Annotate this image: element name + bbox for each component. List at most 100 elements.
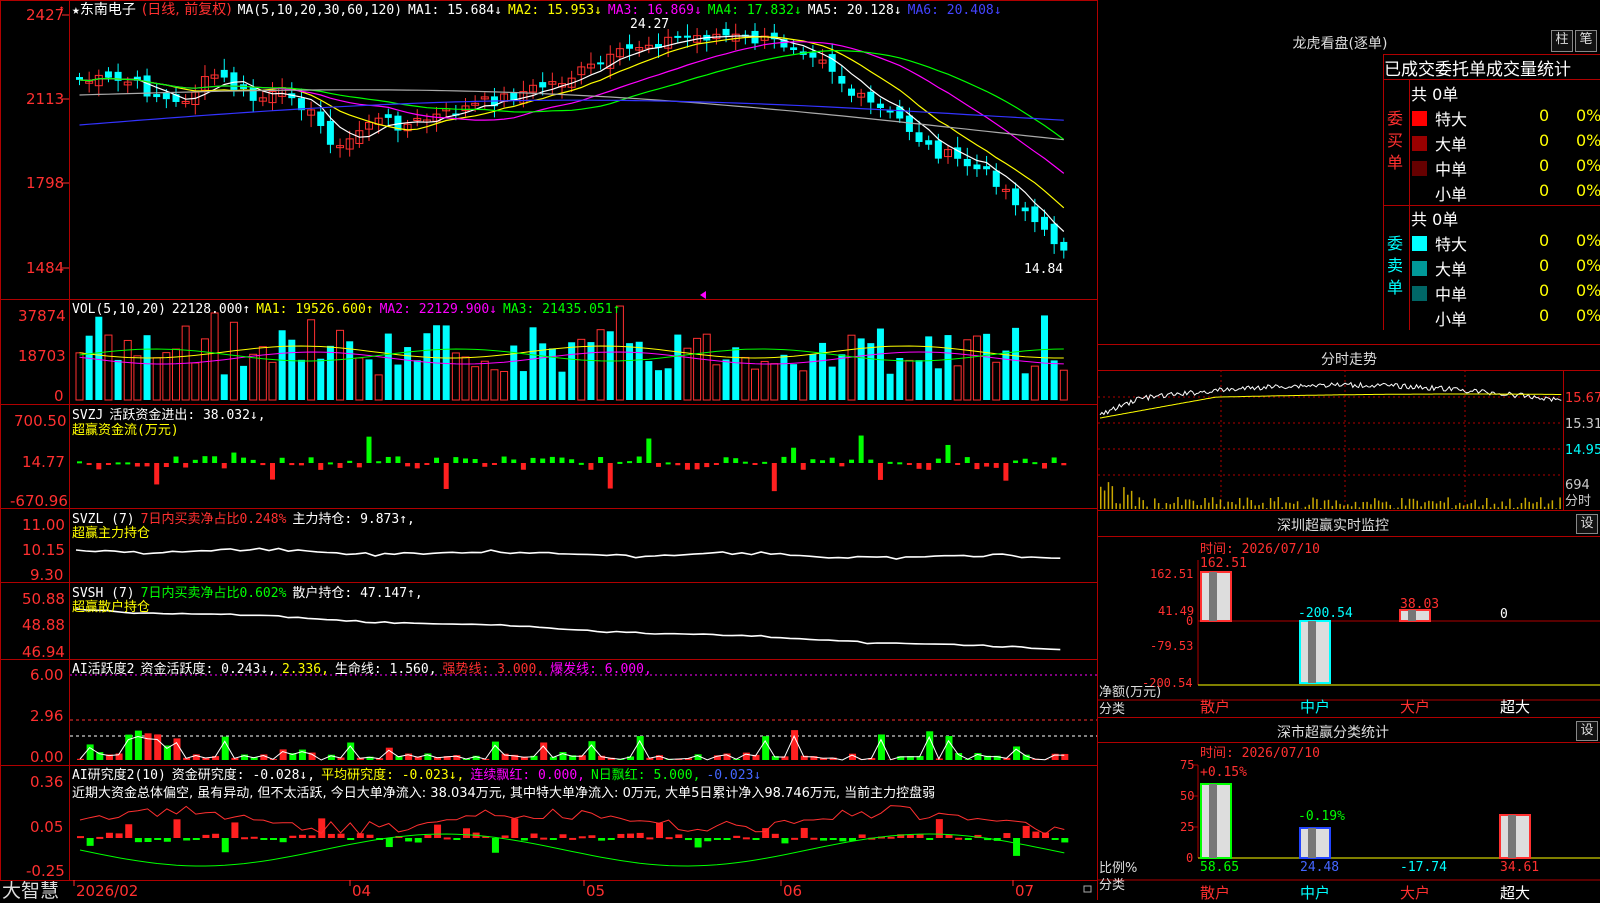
research-bar [550,838,557,840]
flow-bar [328,462,333,464]
row-value: 0 [1539,281,1549,300]
research-bar [77,836,84,838]
svg-text:50: 50 [1180,789,1194,803]
flow-bar [174,457,179,463]
y-tick: 1798 [26,174,64,192]
flow-bar [347,461,352,463]
intraday-volume-bar [1505,506,1507,509]
color-swatch [1412,186,1427,201]
color-swatch [1412,161,1427,176]
intraday-volume-bar [1355,502,1357,509]
flow-bar [463,458,468,463]
stock-name[interactable]: 东南电子 [80,2,136,18]
svg-text:18703: 18703 [18,347,66,365]
star-icon[interactable]: ★ [72,3,80,18]
class-top-1: +0.15% [1200,765,1247,780]
research-bar [1013,838,1020,856]
row-pct: 0% [1576,281,1600,300]
intraday-volume-bar [1131,491,1133,509]
flow-bar [270,463,275,480]
candle-body [385,114,392,118]
bar-mode-button[interactable]: 柱 [1551,30,1573,52]
volume-bar [414,360,421,400]
class-bar-stripe [1209,784,1217,858]
candle-body [1041,217,1048,230]
flow-bar [675,463,680,465]
category-label: 超大 [1500,696,1530,717]
volume-bar [86,336,93,400]
flow-bar [434,458,439,463]
intraday-volume-bar [1474,500,1476,509]
flow-bar [492,463,497,465]
research-bar [588,835,595,838]
volume-bar [597,330,604,400]
monitor-settings-button[interactable]: 设 [1576,514,1598,534]
research-bar [1052,838,1059,840]
ai-active-y-axis: 6.00 2.96 0.00 [30,666,63,766]
intraday-volume-bar [1555,508,1557,509]
close-marker-icon[interactable]: ↑ [58,2,65,16]
stock-chart-canvas[interactable]: 2427 2113 1798 1484 24.27 14.84 37874 18… [0,0,1600,900]
main-header: ★东南电子(日线, 前复权)MA(5,10,20,30,60,120)MA1: … [72,2,1014,19]
monitor-value: -200.54 [1298,606,1353,621]
intraday-volume-bar [1316,499,1318,509]
flow-bar [135,463,140,467]
volume-bar [674,335,681,400]
volume-bar [578,339,585,400]
color-swatch [1412,236,1427,251]
intraday-volume-bar [1382,502,1384,509]
flow-bar [424,463,429,465]
research-bar [241,837,248,839]
research-bar [222,838,229,852]
flow-bar [656,463,661,467]
candle-body [983,166,990,169]
research-bar [695,838,702,847]
class-settings-button[interactable]: 设 [1576,721,1598,741]
flow-bar [724,457,729,463]
intraday-volume-bar [1154,498,1156,509]
research-bar [318,818,325,838]
research-bar [280,838,287,842]
intraday-volume-bar [1444,503,1446,509]
candle-body [317,112,324,127]
scroll-marker-icon[interactable] [700,291,706,299]
research-bar [521,838,528,841]
flow-bar [1032,462,1037,464]
svg-text:-670.96: -670.96 [10,492,68,510]
candle-body [153,94,160,97]
volume-bar [916,360,923,400]
svg-text:14.95: 14.95 [1565,443,1600,458]
flow-bar [367,437,372,463]
svzj-sub: 超赢资金流(万元) [72,423,179,439]
research-bar [231,822,238,838]
flow-bar [1061,463,1066,465]
buy-side-label: 委买单 [1387,108,1405,174]
candle-body [1031,206,1038,222]
research-bar [675,834,682,838]
monitor-value: 38.03 [1400,597,1439,612]
volume-bar [76,353,83,400]
candle-body [163,93,170,99]
svg-text:-0.25: -0.25 [26,862,65,880]
chart-mode[interactable]: (日线, 前复权) [142,2,232,18]
row-value: 0 [1539,181,1549,200]
class-title: 深市超赢分类统计 [1098,722,1568,742]
activity-bar [347,743,354,760]
flow-bar [395,456,400,463]
category-label: 大户 [1400,696,1430,717]
research-bar [762,828,769,838]
pen-mode-button[interactable]: 笔 [1575,30,1597,52]
intraday-volume-bar [1289,503,1291,509]
volume-bar [636,342,643,400]
intraday-volume-bar [1281,507,1283,509]
research-bar [907,835,914,838]
intraday-volume-bar [1297,501,1299,509]
flow-bar [849,460,854,463]
research-bar [936,819,943,838]
intraday-volume-bar [1247,498,1249,509]
flow-bar [695,463,700,469]
volume-bar [559,372,566,400]
intraday-volume-bar [1243,506,1245,509]
row-value: 0 [1539,306,1549,325]
volume-bar [288,340,295,400]
